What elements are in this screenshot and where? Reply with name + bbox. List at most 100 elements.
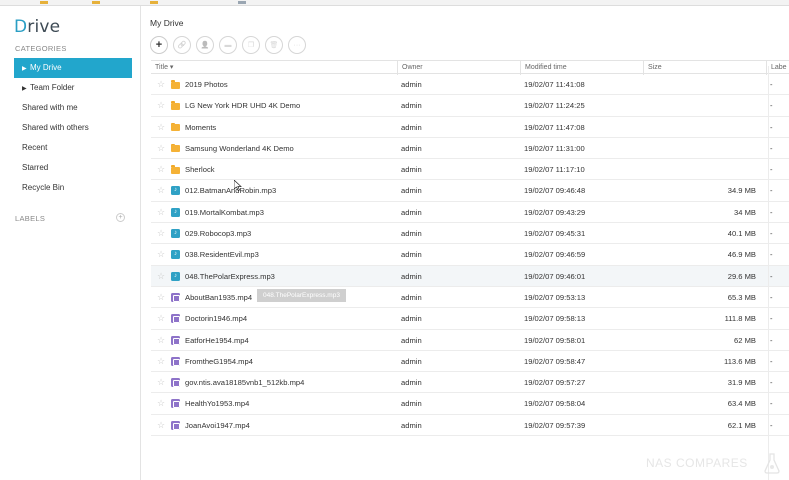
star-icon[interactable]: ☆	[157, 351, 167, 372]
table-row[interactable]: ☆ HealthYo1953.mp4 admin 19/02/07 09:58:04 6…	[151, 393, 789, 415]
star-icon[interactable]: ☆	[157, 202, 167, 223]
star-icon[interactable]: ☆	[157, 308, 167, 329]
more-button[interactable]: ···	[288, 36, 306, 54]
sidebar-item-recent[interactable]: Recent	[14, 138, 132, 158]
user-add-icon: 👤	[200, 42, 210, 49]
star-icon[interactable]: ☆	[157, 372, 167, 393]
file-modified-time: 19/02/07 09:58:47	[524, 356, 586, 366]
share-link-button[interactable]: 🔗	[173, 36, 191, 54]
file-label: -	[770, 101, 773, 111]
file-size	[641, 74, 756, 95]
sidebar-item-shared-with-me[interactable]: Shared with me	[14, 98, 132, 118]
file-title: 012.BatmanAndRobin.mp3	[185, 186, 277, 196]
column-size[interactable]: Size	[643, 61, 766, 75]
sidebar-item-my-drive[interactable]: ▶ My Drive	[14, 58, 132, 78]
file-label: -	[770, 271, 773, 281]
add-label-icon[interactable]: +	[116, 213, 125, 222]
table-row[interactable]: ☆ 2019 Photos admin 19/02/07 11:41:08 -	[151, 74, 789, 96]
star-icon[interactable]: ☆	[157, 287, 167, 308]
star-icon[interactable]: ☆	[157, 138, 167, 159]
delete-button[interactable]: 🗑	[265, 36, 283, 54]
file-owner: admin	[401, 186, 422, 196]
file-label: -	[770, 356, 773, 366]
star-icon[interactable]: ☆	[157, 117, 167, 138]
file-label: -	[770, 420, 773, 430]
file-title: EatforHe1954.mp4	[185, 335, 249, 345]
toolbar: + 🔗 👤 ▬ ❐ 🗑 ···	[150, 36, 306, 54]
star-icon[interactable]: ☆	[157, 415, 167, 436]
file-label: -	[770, 80, 773, 89]
star-icon[interactable]: ☆	[157, 95, 167, 116]
copy-button[interactable]: ❐	[242, 36, 260, 54]
file-owner: admin	[401, 399, 422, 409]
file-owner: admin	[401, 165, 422, 175]
expand-arrow-icon[interactable]: ▶	[22, 79, 30, 99]
table-row[interactable]: ☆ FromtheG1954.mp4 admin 19/02/07 09:58:47 1…	[151, 351, 789, 373]
file-owner: admin	[401, 271, 422, 281]
copy-icon: ❐	[247, 42, 255, 49]
column-title-label: Title	[155, 64, 168, 71]
column-label[interactable]: Labe	[766, 61, 789, 75]
categories-heading: CATEGORIES	[15, 44, 67, 53]
star-icon[interactable]: ☆	[157, 330, 167, 351]
star-icon[interactable]: ☆	[157, 180, 167, 201]
column-modified[interactable]: Modified time	[520, 61, 643, 75]
star-icon[interactable]: ☆	[157, 266, 167, 287]
file-label: -	[770, 399, 773, 409]
sidebar-item-shared-with-others[interactable]: Shared with others	[14, 118, 132, 138]
share-users-button[interactable]: 👤	[196, 36, 214, 54]
move-button[interactable]: ▬	[219, 36, 237, 54]
table-body: ☆ 2019 Photos admin 19/02/07 11:41:08 - ☆ LG N…	[151, 74, 789, 437]
file-owner: admin	[401, 250, 422, 260]
file-size: 62.1 MB	[727, 420, 756, 430]
table-row[interactable]: ☆ Sherlock admin 19/02/07 11:17:10 -	[151, 159, 789, 181]
table-row[interactable]: ☆ Samsung Wonderland 4K Demo admin 19/02/07…	[151, 138, 789, 160]
star-icon[interactable]: ☆	[157, 244, 167, 265]
video-file-icon	[171, 292, 180, 302]
sort-desc-icon: ▾	[169, 64, 174, 71]
drive-logo[interactable]: Drive	[14, 17, 60, 37]
logo-letter: D	[14, 17, 28, 37]
table-row[interactable]: ☆ gov.ntis.ava18185vnb1_512kb.mp4 admin 19/…	[151, 372, 789, 394]
file-title: 029.Robocop3.mp3	[185, 229, 252, 239]
watermark-text: NAS COMPARES	[646, 456, 748, 470]
audio-file-icon	[171, 271, 180, 281]
table-row[interactable]: ☆ Doctorin1946.mp4 admin 19/02/07 09:58:13 1…	[151, 308, 789, 330]
folder-file-icon	[171, 122, 180, 132]
file-label: -	[770, 335, 773, 345]
star-icon[interactable]: ☆	[157, 74, 167, 95]
table-row[interactable]: ☆ LG New York HDR UHD 4K Demo admin 19/02/0…	[151, 95, 789, 117]
column-title[interactable]: Title ▾	[151, 61, 397, 75]
file-size	[641, 95, 756, 116]
file-size: 34 MB	[734, 207, 756, 217]
table-row[interactable]: ☆ JoanAvoi1947.mp4 admin 19/02/07 09:57:39 6…	[151, 415, 789, 437]
breadcrumb[interactable]: My Drive	[150, 18, 184, 28]
table-row[interactable]: ☆ EatforHe1954.mp4 admin 19/02/07 09:58:01 6…	[151, 330, 789, 351]
table-row[interactable]: ☆ 038.ResidentEvil.mp3 admin 19/02/07 09:46…	[151, 244, 789, 266]
star-icon[interactable]: ☆	[157, 223, 167, 244]
table-row[interactable]: ☆ 029.Robocop3.mp3 admin 19/02/07 09:45:31 4…	[151, 223, 789, 245]
folder-file-icon	[171, 165, 180, 174]
file-label: -	[770, 292, 773, 302]
file-owner: admin	[401, 292, 422, 302]
table-row[interactable]: ☆ 019.MortalKombat.mp3 admin 19/02/07 09:43…	[151, 202, 789, 224]
table-row[interactable]: ☆ AboutBan1935.mp4 admin 19/02/07 09:53:13 6…	[151, 287, 789, 309]
expand-arrow-icon[interactable]: ▶	[22, 59, 30, 79]
star-icon[interactable]: ☆	[157, 393, 167, 414]
sidebar-item-label: Shared with me	[22, 103, 78, 112]
sidebar-item-team-folder[interactable]: ▶ Team Folder	[14, 78, 132, 98]
table-row[interactable]: ☆ 048.ThePolarExpress.mp3 admin 19/02/07 09…	[151, 265, 789, 287]
file-size	[641, 138, 756, 159]
sidebar-item-recycle-bin[interactable]: Recycle Bin	[14, 178, 132, 198]
file-label: -	[770, 378, 773, 388]
file-title: Sherlock	[185, 165, 215, 175]
table-row[interactable]: ☆ Moments admin 19/02/07 11:47:08 -	[151, 117, 789, 138]
folder-file-icon	[171, 101, 180, 110]
file-label: -	[770, 122, 773, 132]
file-modified-time: 19/02/07 09:53:13	[524, 292, 586, 302]
star-icon[interactable]: ☆	[157, 159, 167, 180]
table-row[interactable]: ☆ 012.BatmanAndRobin.mp3 admin 19/02/07 09:…	[151, 180, 789, 202]
sidebar-item-starred[interactable]: Starred	[14, 158, 132, 178]
create-button[interactable]: +	[150, 36, 168, 54]
column-owner[interactable]: Owner	[397, 61, 520, 75]
